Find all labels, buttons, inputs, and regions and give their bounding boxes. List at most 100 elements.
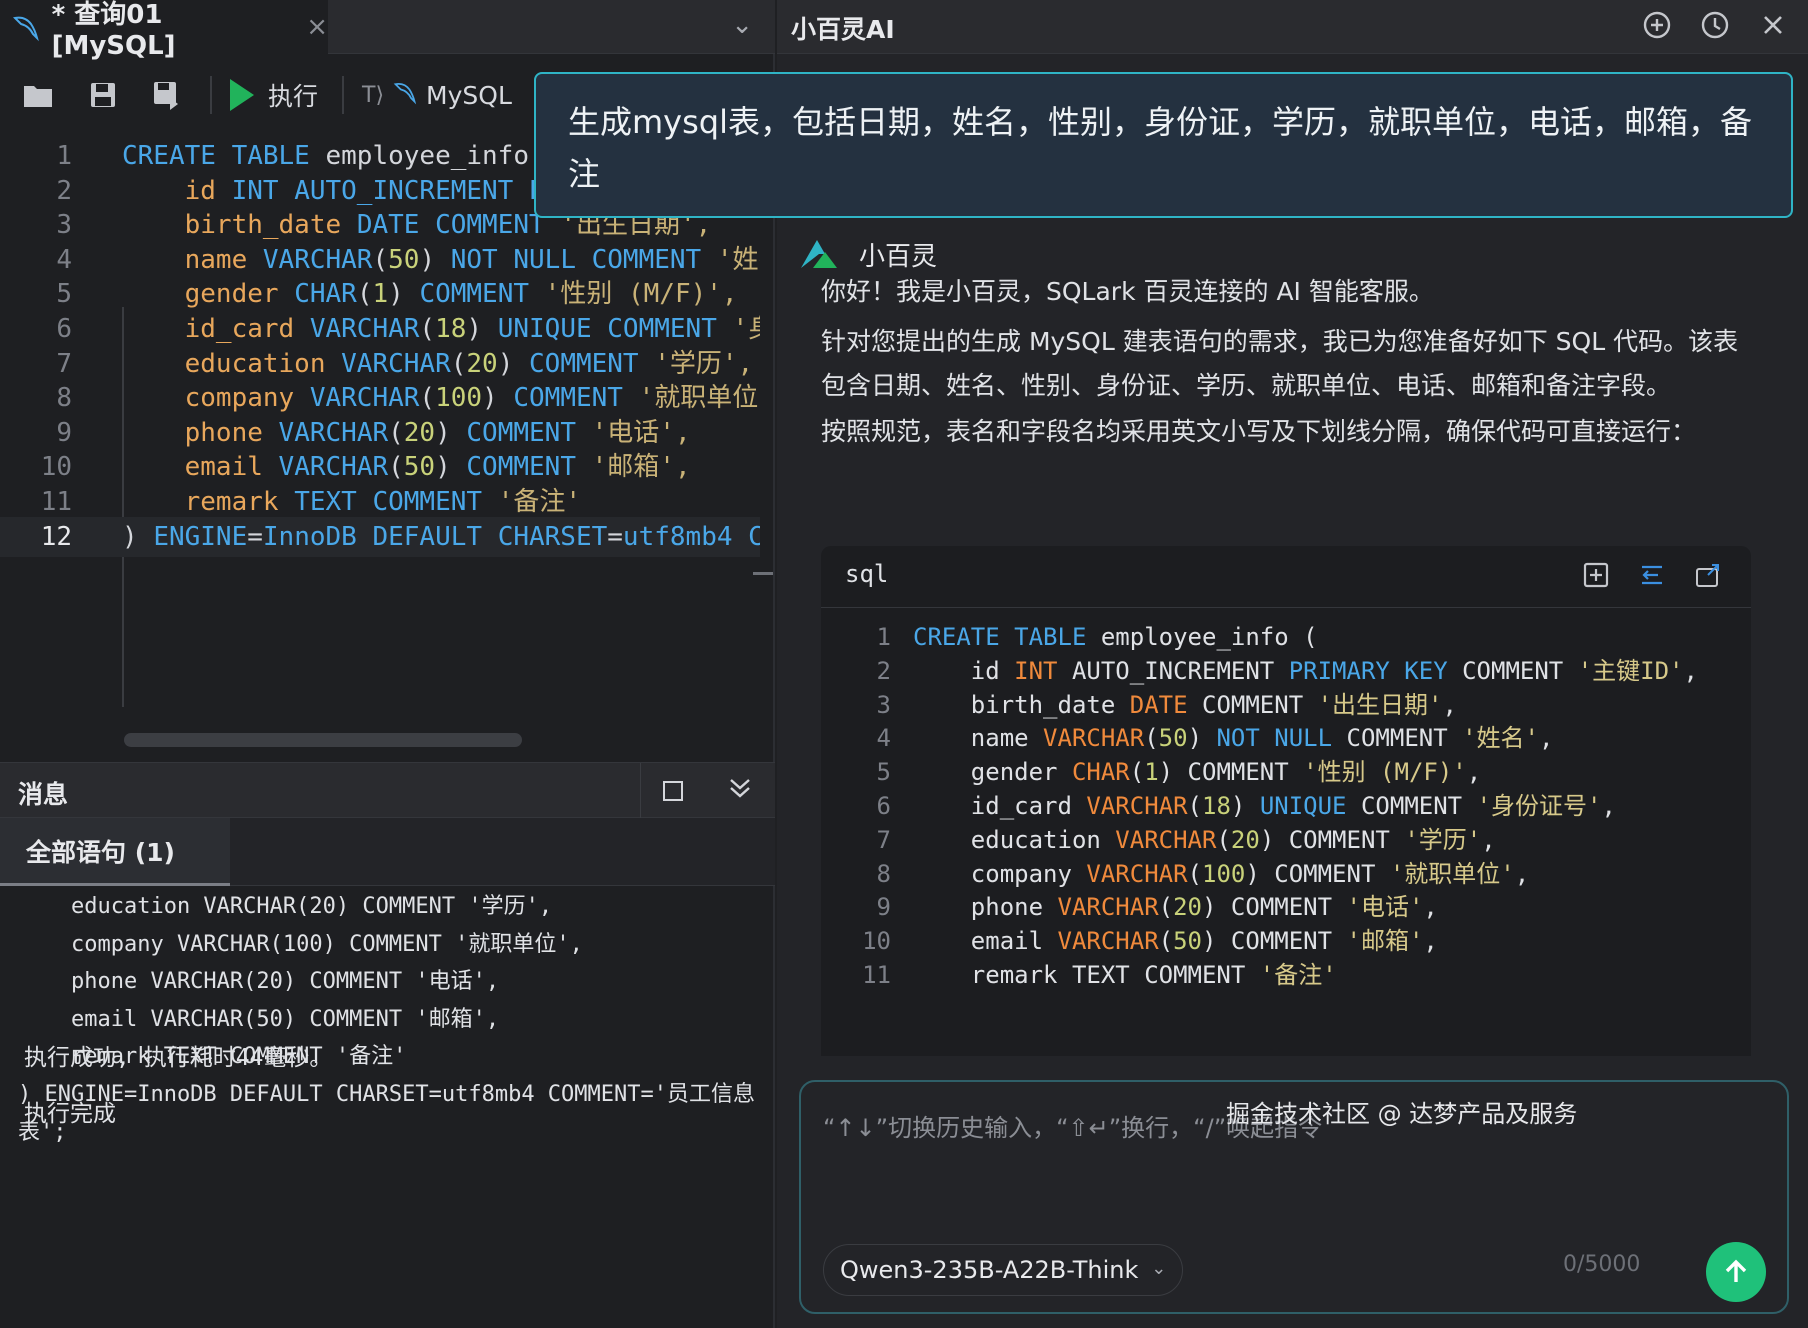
send-button[interactable] [1706,1242,1766,1302]
code-language: sql [845,560,889,588]
code-token: id_card [122,314,310,344]
query-tab[interactable]: * 查询01 [MySQL] × [0,0,328,61]
code-token: ( [388,452,404,483]
code-token: gender [122,279,295,310]
code-token: ( [1187,859,1202,888]
log-line: education VARCHAR(20) COMMENT '学历', [18,894,553,919]
code-token: VARCHAR [1115,825,1217,854]
code-token: employee_info ( [325,141,561,171]
log-line: remark TEXT COMMENT '备注' [18,1044,407,1070]
maximize-icon[interactable] [663,781,683,801]
code-token: ( [1216,825,1231,854]
horizontal-scrollbar[interactable] [124,733,522,747]
code-token: birth_date [913,690,1130,719]
code-token: ) [1187,724,1217,753]
run-button[interactable]: 执行 [230,77,318,113]
replace-code-icon[interactable] [1637,560,1667,590]
code-token: name [122,244,263,275]
code-token: ) COMMENT [1158,758,1304,787]
code-token: '姓名' [1462,724,1540,753]
code-token: employee_info ( [1100,623,1318,651]
code-token: VARCHAR [1086,792,1188,820]
code-token: UNIQUE COMMENT [497,314,733,344]
code-token: '邮箱', [591,452,691,483]
code-token: ( [356,279,373,310]
code-text: remark TEXT COMMENT '备注' [913,956,1337,995]
code-token: utf8mb4 COMMENT [622,521,760,552]
open-folder-icon[interactable] [14,70,64,120]
code-token: ) [419,244,451,275]
code-token: '性别 (M/F)', [544,279,738,310]
char-counter: 0/5000 [1563,1252,1641,1277]
code-token: COMMENT [1462,656,1578,685]
chat-area: 小百灵 你好！我是小百灵，SQLark 百灵连接的 AI 智能客服。 针对您提出… [797,218,1777,1056]
code-token: 18 [1202,792,1231,820]
code-token: '就职单位' [1389,859,1515,888]
insert-code-icon[interactable] [1581,560,1611,590]
code-token: gender [913,758,1072,787]
code-token: email [913,927,1058,956]
code-token: COMMENT [1346,724,1463,753]
messages-actions [640,763,775,819]
code-token: 50 [1173,927,1203,956]
code-token: 20 [466,348,498,379]
code-token: ( [419,383,436,414]
code-token: ( [1158,893,1174,922]
code-token: ) [388,279,420,310]
code-token: birth_date [122,210,357,241]
chevron-down-icon[interactable]: ⌄ [731,10,753,40]
code-token: '电话' [1346,893,1424,922]
transaction-icon: T⟩ [362,82,385,108]
code-token: NOT NULL [1216,724,1347,753]
connection-selector[interactable]: T⟩ MySQL [362,79,512,111]
code-token: , [1481,825,1496,854]
code-token: 100 [1202,859,1246,888]
new-chat-icon[interactable] [1640,8,1674,42]
code-token: COMMENT [513,383,639,414]
sql-editor[interactable]: 1 CREATE TABLE employee_info (2 id INT AU… [0,134,760,754]
code-token: 20 [1173,893,1203,922]
code-line: 11 remark TEXT COMMENT '备注' [821,956,1751,995]
code-token: ) [1230,792,1260,820]
code-token: VARCHAR [341,348,451,379]
code-token: phone [913,893,1058,922]
tab-all-statements[interactable]: 全部语句 (1) [0,818,230,886]
code-token: ( [1187,792,1202,820]
query-tab-title: * 查询01 [MySQL] [51,0,176,61]
editor-line[interactable]: 12) ENGINE=InnoDB DEFAULT CHARSET=utf8mb… [0,516,760,557]
code-block-header: sql [821,546,1751,608]
editor-tab-bar: * 查询01 [MySQL] × ⌄ [0,0,775,61]
save-as-icon[interactable] [142,70,192,120]
save-icon[interactable] [78,70,128,120]
history-icon[interactable] [1698,8,1732,42]
close-tab-icon[interactable]: × [306,12,328,42]
chevron-down-icon: ⌄ [1151,1258,1167,1279]
code-token: INT [1014,656,1072,685]
reply-greeting: 你好！我是小百灵，SQLark 百灵连接的 AI 智能客服。 [821,277,1434,306]
messages-tabs: 全部语句 (1) [0,818,775,886]
code-token: UNIQUE [1259,792,1361,820]
code-block: sql 1 CREATE TABLE employee_info (2 id IN… [821,546,1751,1056]
code-token: , [1514,859,1530,888]
code-token: '电话', [591,417,691,448]
code-token: COMMENT [466,417,592,448]
code-token: 100 [435,383,483,414]
code-token: ( [419,314,436,344]
watermark: 掘金技术社区 @ 达梦产品及服务 [1226,1100,1578,1128]
close-icon[interactable] [1756,8,1790,42]
code-token: COMMENT [1202,690,1318,719]
code-token: 20 [1230,825,1260,854]
code-token: InnoDB DEFAULT CHARSET [262,521,608,552]
code-token: name [913,724,1044,753]
model-selector[interactable]: Qwen3-235B-A22B-Think ⌄ [823,1244,1184,1296]
code-token: COMMENT [529,348,655,379]
code-token: TEXT COMMENT [294,487,498,517]
code-token: ( [1158,927,1174,956]
code-token: company [913,859,1087,888]
log-line: phone VARCHAR(20) COMMENT '电话', [18,969,500,995]
export-sql-icon[interactable] [1693,560,1723,590]
collapse-down-icon[interactable] [727,775,753,807]
code-token: 18 [435,314,467,344]
code-token: ) [466,314,498,344]
code-token: VARCHAR [309,314,420,344]
